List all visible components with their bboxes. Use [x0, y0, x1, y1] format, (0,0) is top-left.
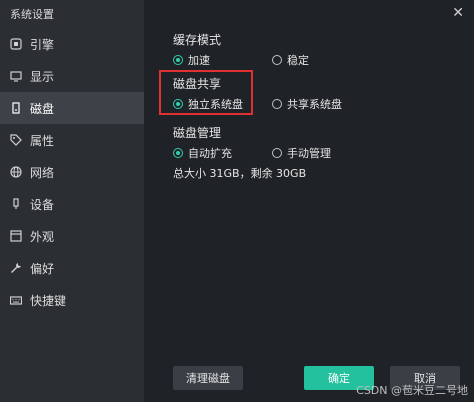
disk-manage-auto-radio[interactable]: 自动扩充: [173, 145, 232, 161]
appearance-icon: [10, 230, 22, 242]
globe-icon: [10, 166, 22, 178]
sidebar-item-preferences[interactable]: 偏好: [0, 252, 144, 284]
radio-dot-icon: [173, 55, 183, 65]
wrench-icon: [10, 262, 22, 274]
sidebar-item-label: 引擎: [30, 37, 55, 52]
radio-label: 自动扩充: [188, 147, 232, 160]
sidebar-item-engine[interactable]: 引擎: [0, 28, 144, 60]
sidebar-item-shortcuts[interactable]: 快捷键: [0, 284, 144, 316]
sidebar-item-properties[interactable]: 属性: [0, 124, 144, 156]
sidebar: 系统设置 引擎 显示 磁盘 属性 网络 设备 外观 偏好 快捷键: [0, 0, 144, 402]
sidebar-item-network[interactable]: 网络: [0, 156, 144, 188]
keyboard-icon: [10, 294, 22, 306]
radio-label: 共享系统盘: [287, 98, 342, 111]
radio-label: 独立系统盘: [188, 98, 243, 111]
sidebar-item-label: 磁盘: [30, 101, 55, 116]
disk-share-shared-radio[interactable]: 共享系统盘: [272, 96, 342, 112]
tag-icon: [10, 134, 22, 146]
cache-mode-stable-radio[interactable]: 稳定: [272, 52, 309, 68]
close-icon[interactable]: ✕: [452, 6, 464, 20]
radio-dot-icon: [272, 148, 282, 158]
sidebar-item-appearance[interactable]: 外观: [0, 220, 144, 252]
monitor-icon: [10, 70, 22, 82]
sidebar-item-label: 网络: [30, 165, 55, 180]
cache-mode-title: 缓存模式: [173, 33, 222, 47]
sidebar-item-label: 属性: [30, 133, 55, 148]
cache-mode-accelerate-radio[interactable]: 加速: [173, 52, 210, 68]
disk-manage-title: 磁盘管理: [173, 126, 222, 140]
disk-size-info: 总大小 31GB，剩余 30GB: [173, 167, 307, 180]
radio-label: 加速: [188, 54, 210, 67]
radio-label: 稳定: [287, 54, 309, 67]
disk-icon: [10, 102, 22, 114]
disk-share-title: 磁盘共享: [173, 77, 222, 91]
sidebar-item-label: 显示: [30, 69, 55, 84]
radio-dot-icon: [272, 55, 282, 65]
window-title: 系统设置: [10, 8, 54, 21]
sidebar-item-label: 设备: [30, 197, 55, 212]
sidebar-item-label: 外观: [30, 229, 55, 244]
sidebar-item-label: 快捷键: [30, 293, 67, 308]
radio-dot-icon: [173, 148, 183, 158]
sidebar-nav: 引擎 显示 磁盘 属性 网络 设备 外观 偏好 快捷键: [0, 28, 144, 316]
radio-dot-icon: [173, 99, 183, 109]
engine-icon: [10, 38, 22, 50]
disk-manage-manual-radio[interactable]: 手动管理: [272, 145, 331, 161]
sidebar-item-device[interactable]: 设备: [0, 188, 144, 220]
sidebar-item-disk[interactable]: 磁盘: [0, 92, 144, 124]
radio-dot-icon: [272, 99, 282, 109]
clean-disk-button[interactable]: 清理磁盘: [173, 366, 243, 390]
watermark: CSDN @苞米豆二号地: [356, 384, 468, 397]
sidebar-item-label: 偏好: [30, 261, 55, 276]
sidebar-item-display[interactable]: 显示: [0, 60, 144, 92]
disk-share-independent-radio[interactable]: 独立系统盘: [173, 96, 243, 112]
device-icon: [10, 198, 22, 210]
radio-label: 手动管理: [287, 147, 331, 160]
